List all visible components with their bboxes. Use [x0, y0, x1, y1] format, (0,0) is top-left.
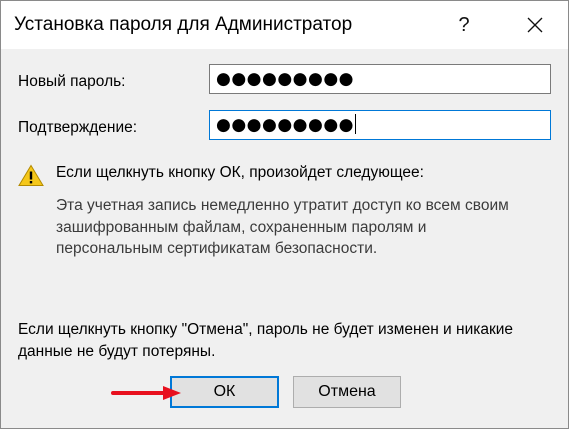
cancel-note: Если щелкнуть кнопку "Отмена", пароль не…: [18, 319, 513, 362]
confirm-password-label: Подтверждение:: [18, 119, 138, 136]
confirm-password-field[interactable]: ●●●●●●●●●: [209, 110, 551, 140]
text-caret: [355, 114, 357, 134]
confirm-password-value: ●●●●●●●●●: [216, 115, 355, 135]
close-icon: [527, 17, 543, 33]
cancel-note-line: Если щелкнуть кнопку "Отмена", пароль не…: [18, 321, 514, 338]
new-password-label: Новый пароль:: [18, 73, 126, 90]
password-dialog: Установка пароля для Администратор ? Нов…: [0, 0, 569, 429]
dialog-title: Установка пароля для Администратор: [14, 14, 353, 35]
warning-detail-line: зашифрованным файлам, сохраненным пароля…: [56, 218, 427, 236]
title-bar: Установка пароля для Администратор ?: [1, 1, 568, 49]
warning-triangle-icon: [18, 164, 44, 186]
warning-details: Эта учетная запись немедленно утратит до…: [56, 195, 509, 260]
new-password-value: ●●●●●●●●●: [216, 69, 355, 89]
new-password-field[interactable]: ●●●●●●●●●: [209, 64, 551, 94]
cancel-note-line: данные не будут потеряны.: [18, 342, 216, 360]
warning-detail-line: Эта учетная запись немедленно утратит до…: [56, 197, 509, 214]
red-arrow-icon: [111, 386, 181, 400]
warning-heading: Если щелкнуть кнопку ОК, произойдет след…: [56, 164, 424, 181]
cancel-button[interactable]: Отмена: [293, 376, 401, 408]
ok-button[interactable]: ОК: [170, 376, 279, 408]
close-button[interactable]: [511, 7, 559, 43]
warning-detail-line: персональным сертификатам безопасности.: [56, 240, 378, 257]
help-button[interactable]: ?: [441, 7, 487, 43]
